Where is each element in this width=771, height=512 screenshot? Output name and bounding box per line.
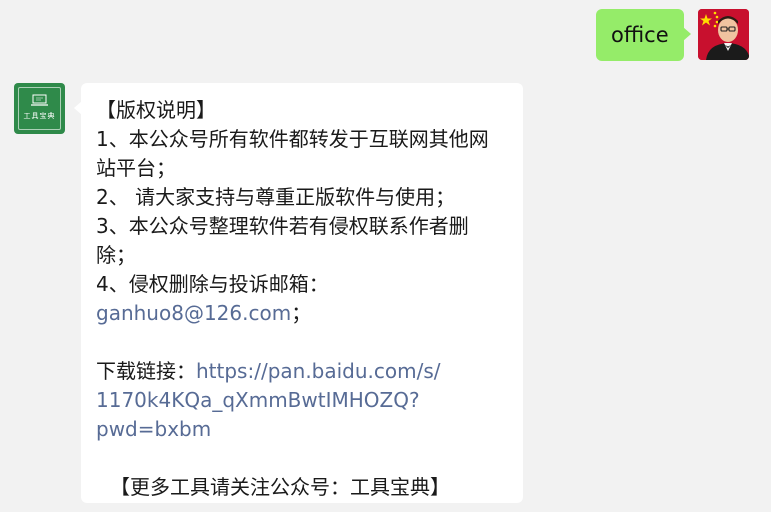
message-line: 4、侵权删除与投诉邮箱： <box>96 272 329 296</box>
email-link[interactable]: ganhuo8@126.com <box>96 301 291 325</box>
email-suffix: ； <box>291 301 312 325</box>
message-line: 1、本公众号所有软件都转发于互联网其他网 <box>96 127 489 151</box>
user-avatar[interactable] <box>698 9 749 60</box>
download-link-part-3[interactable]: pwd=bxbm <box>96 415 509 444</box>
outgoing-message-text: office <box>611 23 669 47</box>
footer-text: 【更多工具请关注公众号：工具宝典】 <box>110 475 450 499</box>
download-line: 下载链接：https://pan.baidu.com/s/ <box>96 357 509 386</box>
download-link-part-1[interactable]: https://pan.baidu.com/s/ <box>196 359 441 383</box>
message-line: 3、本公众号整理软件若有侵权联系作者删 <box>96 214 469 238</box>
download-label: 下载链接： <box>96 359 196 383</box>
avatar-label: 工具宝典 <box>23 112 56 120</box>
download-link-part-2[interactable]: 1170k4KQa_qXmmBwtIMHOZQ? <box>96 386 509 415</box>
user-avatar-photo-icon <box>698 9 749 60</box>
message-line: 2、 请大家支持与尊重正版软件与使用； <box>96 185 456 209</box>
message-line: 除； <box>96 243 136 267</box>
message-line: 站平台； <box>96 156 176 180</box>
message-title: 【版权说明】 <box>96 98 216 122</box>
laptop-logo-icon <box>31 94 48 106</box>
email-line: ganhuo8@126.com； <box>96 299 509 328</box>
outgoing-message-bubble[interactable]: office <box>596 9 691 61</box>
incoming-message-bubble: 【版权说明】 1、本公众号所有软件都转发于互联网其他网 站平台； 2、 请大家支… <box>74 83 523 503</box>
official-account-avatar[interactable]: 工具宝典 <box>14 83 65 134</box>
